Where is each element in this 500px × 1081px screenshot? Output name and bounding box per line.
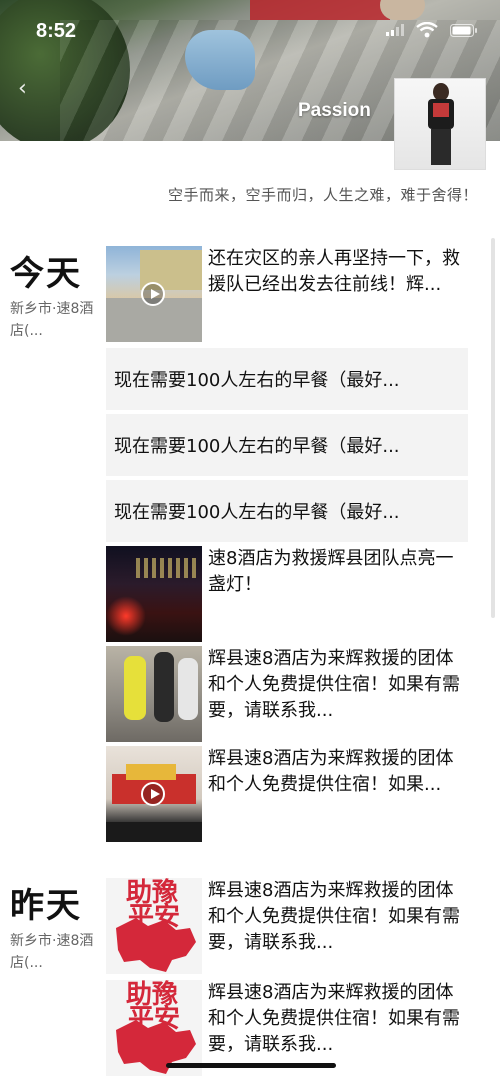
username[interactable]: Passion	[298, 100, 371, 122]
post-text: 现在需要100人左右的早餐（最好...	[114, 436, 400, 457]
photo-thumbnail[interactable]	[106, 546, 202, 642]
wifi-icon	[416, 22, 438, 38]
post-text: 速8酒店为救援辉县团队点亮一盏灯！	[208, 548, 454, 595]
cellular-signal-icon	[386, 24, 404, 36]
photo-thumbnail[interactable]: 助豫 平安	[106, 878, 202, 974]
day-label-yesterday: 昨天	[10, 886, 82, 926]
home-indicator[interactable]	[166, 1063, 336, 1068]
video-thumbnail[interactable]	[106, 746, 202, 842]
photo-thumbnail[interactable]: 助豫 平安	[106, 980, 202, 1076]
post-text: 辉县速8酒店为来辉救援的团体和个人免费提供住宿！如果有需要，请联系我...	[208, 648, 460, 721]
post-text: 辉县速8酒店为来辉救援的团体和个人免费提供住宿！如果...	[208, 748, 454, 795]
text-post[interactable]: 现在需要100人左右的早餐（最好...	[106, 414, 468, 476]
moment-post[interactable]: 助豫 平安 辉县速8酒店为来辉救援的团体和个人免费提供住宿！如果有需要，请联系我…	[106, 878, 468, 974]
play-icon	[141, 782, 165, 806]
status-time: 8:52	[36, 20, 77, 42]
moment-post[interactable]: 助豫 平安 辉县速8酒店为来辉救援的团体和个人免费提供住宿！如果有需要，请联系我…	[106, 980, 468, 1076]
text-post[interactable]: 现在需要100人左右的早餐（最好...	[106, 480, 468, 542]
scrollbar[interactable]	[491, 238, 495, 618]
post-text: 现在需要100人左右的早餐（最好...	[114, 370, 400, 391]
moment-post[interactable]: 速8酒店为救援辉县团队点亮一盏灯！	[106, 546, 468, 642]
text-post[interactable]: 现在需要100人左右的早餐（最好...	[106, 348, 468, 410]
moment-post[interactable]: 辉县速8酒店为来辉救援的团体和个人免费提供住宿！如果有需要，请联系我...	[106, 646, 468, 742]
play-icon	[141, 282, 165, 306]
day-location-yesterday[interactable]: 新乡市·速8酒店(...	[10, 930, 100, 974]
profile-signature: 空手而来，空手而归，人生之难，难于舍得！	[167, 186, 478, 204]
post-text: 还在灾区的亲人再坚持一下，救援队已经出发去往前线！辉...	[208, 248, 460, 295]
post-text: 辉县速8酒店为来辉救援的团体和个人免费提供住宿！如果有需要，请联系我...	[208, 982, 460, 1055]
day-label-today: 今天	[10, 254, 82, 294]
henan-map-icon	[116, 918, 196, 972]
post-text: 现在需要100人左右的早餐（最好...	[114, 502, 400, 523]
battery-icon	[450, 24, 477, 37]
photo-thumbnail[interactable]	[106, 646, 202, 742]
video-thumbnail[interactable]	[106, 246, 202, 342]
moment-post[interactable]: 辉县速8酒店为来辉救援的团体和个人免费提供住宿！如果...	[106, 746, 468, 842]
avatar[interactable]	[394, 78, 486, 170]
status-bar: 8:52	[0, 0, 500, 60]
back-icon[interactable]: ‹	[18, 76, 27, 101]
day-location-today[interactable]: 新乡市·速8酒店(...	[10, 298, 100, 342]
post-text: 辉县速8酒店为来辉救援的团体和个人免费提供住宿！如果有需要，请联系我...	[208, 880, 460, 953]
moment-post[interactable]: 还在灾区的亲人再坚持一下，救援队已经出发去往前线！辉...	[106, 246, 468, 342]
